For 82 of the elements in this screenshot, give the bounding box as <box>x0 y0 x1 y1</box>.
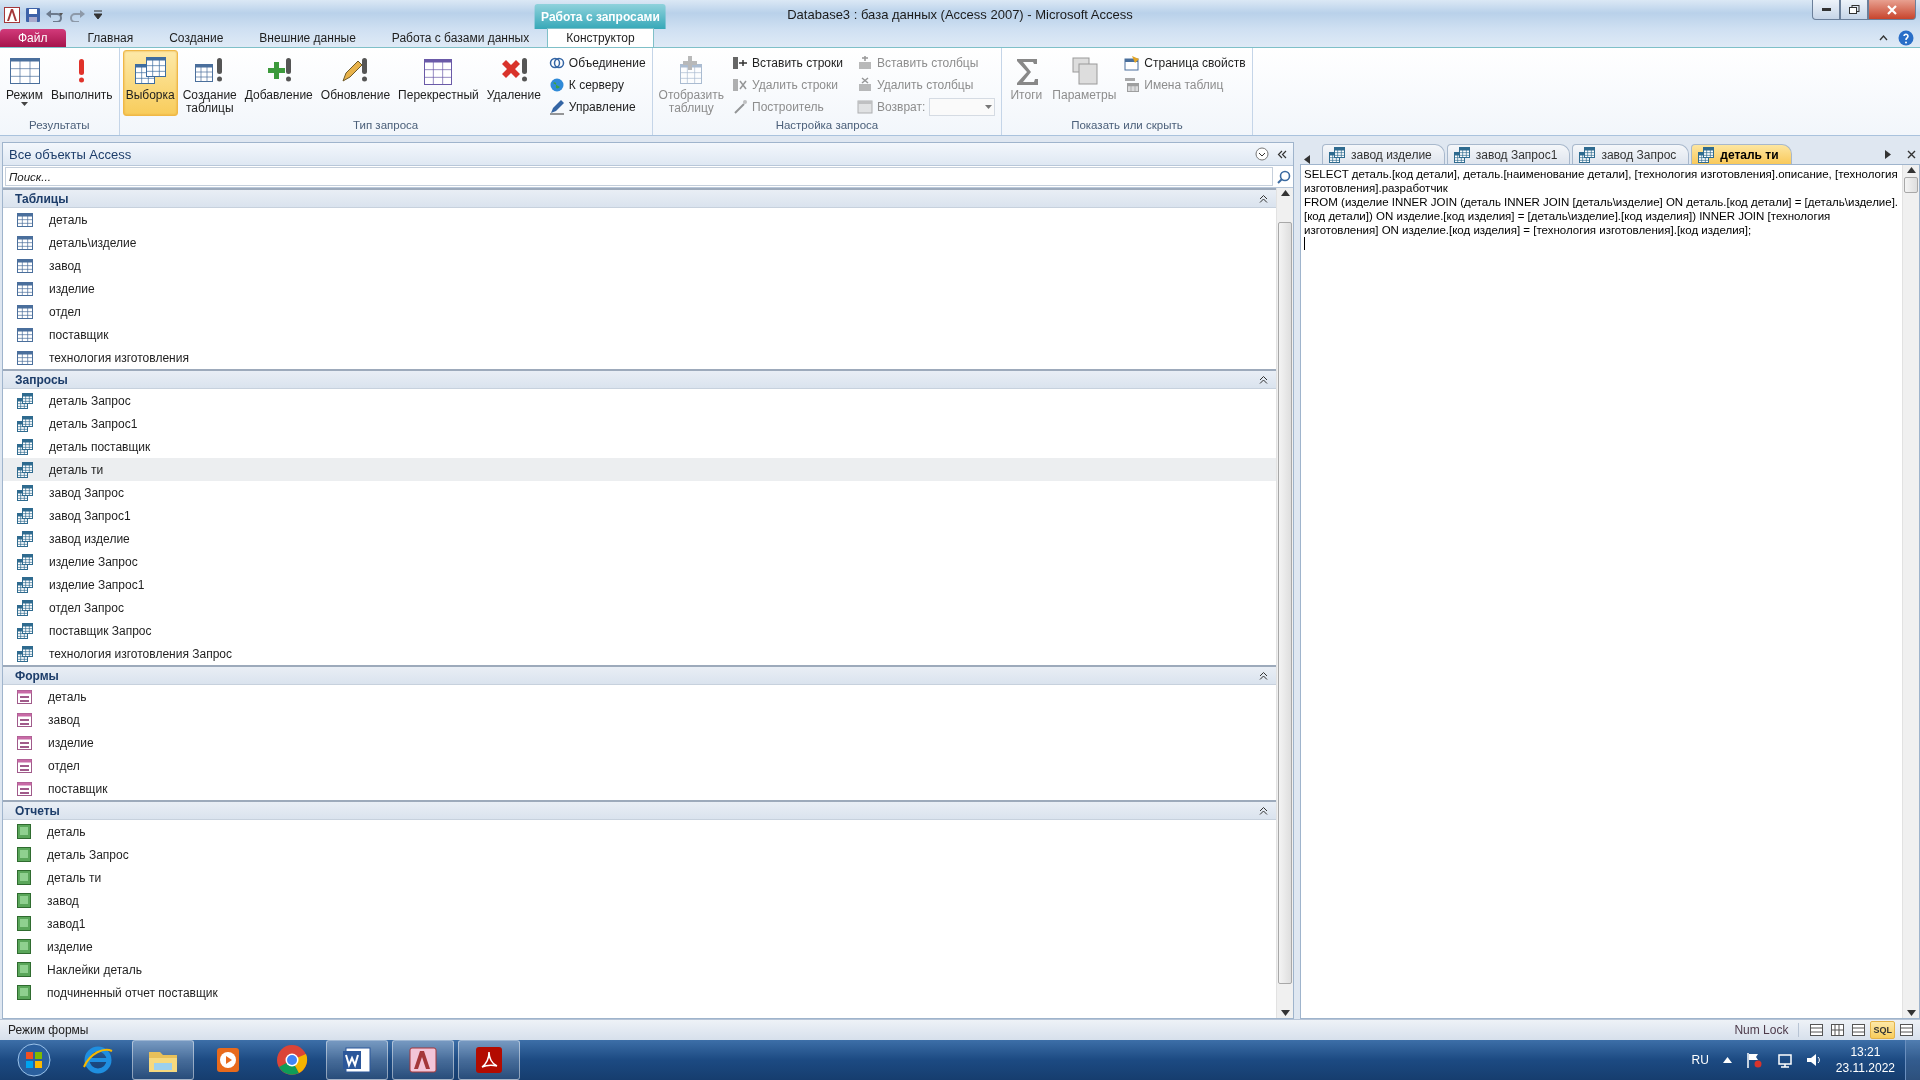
group-label: Настройка запроса <box>774 119 880 133</box>
item-label: деталь <box>49 212 88 227</box>
item-label: отдел <box>49 304 81 319</box>
item-label: технология изготовления Запрос <box>49 646 232 661</box>
sql-text: FROM (изделие INNER JOIN (деталь INNER JOIN [деталь\изделие] ON деталь.[код детали] = [деталь\изделие].[код детали]) ON изделие.[код изделия] = [деталь\изделие].[код изделия]) INNER JOIN [технология изготовления] ON изделие.[код изделия] = [технология изготовления].[код изделия]; <box>1304 195 1899 237</box>
navigation-item[interactable]: деталь ти <box>3 458 1276 481</box>
item-label: деталь\изделие <box>49 235 137 250</box>
item-label: отдел Запрос <box>49 600 124 615</box>
ribbon-button[interactable]: Выполнить <box>48 50 116 116</box>
ribbon-tab[interactable]: Конструктор <box>547 28 654 47</box>
item-label: завод1 <box>47 916 86 931</box>
item-label: отдел <box>48 758 80 773</box>
item-label: завод Запрос1 <box>49 508 131 523</box>
document-tab[interactable]: завод Запрос <box>1572 144 1690 164</box>
item-label: поставщик <box>48 781 108 796</box>
item-label: деталь Запрос <box>49 393 131 408</box>
item-label: подчиненный отчет поставщик <box>47 985 218 1000</box>
document-tab[interactable]: завод изделие <box>1322 144 1445 164</box>
status-text: Режим формы <box>8 1023 90 1037</box>
date-text: 23.11.2022 <box>1835 1060 1895 1076</box>
group-header[interactable]: Запросы <box>3 369 1276 389</box>
item-label: деталь ти <box>49 462 104 477</box>
group-label: Результаты <box>28 119 91 133</box>
item-label: завод Запрос <box>49 485 124 500</box>
item-label: деталь Запрос1 <box>49 416 138 431</box>
group-header[interactable]: Отчеты <box>3 800 1276 820</box>
ribbon-button[interactable]: Управление <box>545 96 649 118</box>
sql-text: SELECT деталь.[код детали], деталь.[наименование детали], [технология изготовления].описание, [технология изготовления].разработчик <box>1304 167 1899 195</box>
ribbon-button[interactable]: Режим <box>3 50 46 116</box>
time-text: 13:21 <box>1850 1044 1881 1060</box>
language-indicator[interactable]: RU <box>1691 1053 1709 1067</box>
ribbon-tab[interactable]: Главная <box>69 29 152 47</box>
item-label: изделие Запрос <box>49 554 138 569</box>
item-label: деталь ти <box>47 870 102 885</box>
search-field[interactable]: Поиск... <box>5 167 1273 186</box>
file-tab[interactable]: Файл <box>0 29 66 47</box>
item-label: технология изготовления <box>49 350 189 365</box>
group-header[interactable]: Формы <box>3 665 1276 685</box>
document-tab[interactable]: деталь ти <box>1691 144 1792 164</box>
ribbon-button[interactable]: Страница свойств <box>1121 52 1249 74</box>
window-title: Database3 : база данных (Access 2007) - Microsoft Access <box>787 7 1133 22</box>
group-title: Запросы <box>15 372 69 387</box>
ribbon-button[interactable]: Выборка <box>122 50 178 116</box>
group-label: Тип запроса <box>352 119 420 133</box>
ribbon-button[interactable]: Обновление <box>317 50 394 116</box>
group-title: Таблицы <box>15 191 70 206</box>
item-label: изделие <box>47 939 93 954</box>
item-label: завод <box>48 712 80 727</box>
item-label: изделие <box>48 735 94 750</box>
item-label: деталь <box>48 689 87 704</box>
ribbon-button[interactable]: Создание таблицы <box>179 50 240 116</box>
item-label: изделие <box>49 281 95 296</box>
context-tab-label: Работа с запросами <box>535 4 666 29</box>
navigation-pane-title: Все объекты Access <box>9 146 133 162</box>
item-label: поставщик Запрос <box>49 623 152 638</box>
ribbon-button[interactable]: Вставить строки <box>729 52 846 74</box>
group-header[interactable]: Таблицы <box>3 188 1276 208</box>
item-label: завод изделие <box>49 531 130 546</box>
group-title: Отчеты <box>15 803 61 818</box>
view-button[interactable]: SQL <box>1870 1021 1895 1039</box>
ribbon-tab[interactable]: Работа с базами данных <box>373 29 548 47</box>
item-label: деталь <box>47 824 86 839</box>
item-label: завод <box>47 893 79 908</box>
ribbon-button[interactable]: Объединение <box>545 52 649 74</box>
ribbon-button[interactable]: Перекрестный <box>395 50 482 116</box>
ribbon-button[interactable]: К серверу <box>545 74 649 96</box>
item-label: деталь поставщик <box>49 439 151 454</box>
ribbon-tab[interactable]: Создание <box>151 29 242 47</box>
item-label: завод <box>49 258 81 273</box>
num-lock-indicator: Num Lock <box>1724 1023 1800 1037</box>
clock[interactable]: 13:21 23.11.2022 <box>1835 1044 1895 1076</box>
group-title: Формы <box>15 668 60 683</box>
return-label: Возврат: <box>877 100 926 114</box>
item-label: поставщик <box>49 327 109 342</box>
ribbon-tab[interactable]: Внешние данные <box>241 29 374 47</box>
item-label: деталь Запрос <box>47 847 129 862</box>
ribbon-button[interactable]: Добавление <box>241 50 316 116</box>
item-label: Наклейки деталь <box>47 962 142 977</box>
group-label: Показать или скрыть <box>1070 119 1184 133</box>
document-tab[interactable]: завод Запрос1 <box>1446 144 1571 164</box>
item-label: изделие Запрос1 <box>49 577 145 592</box>
ribbon-button[interactable]: Удаление <box>483 50 544 116</box>
